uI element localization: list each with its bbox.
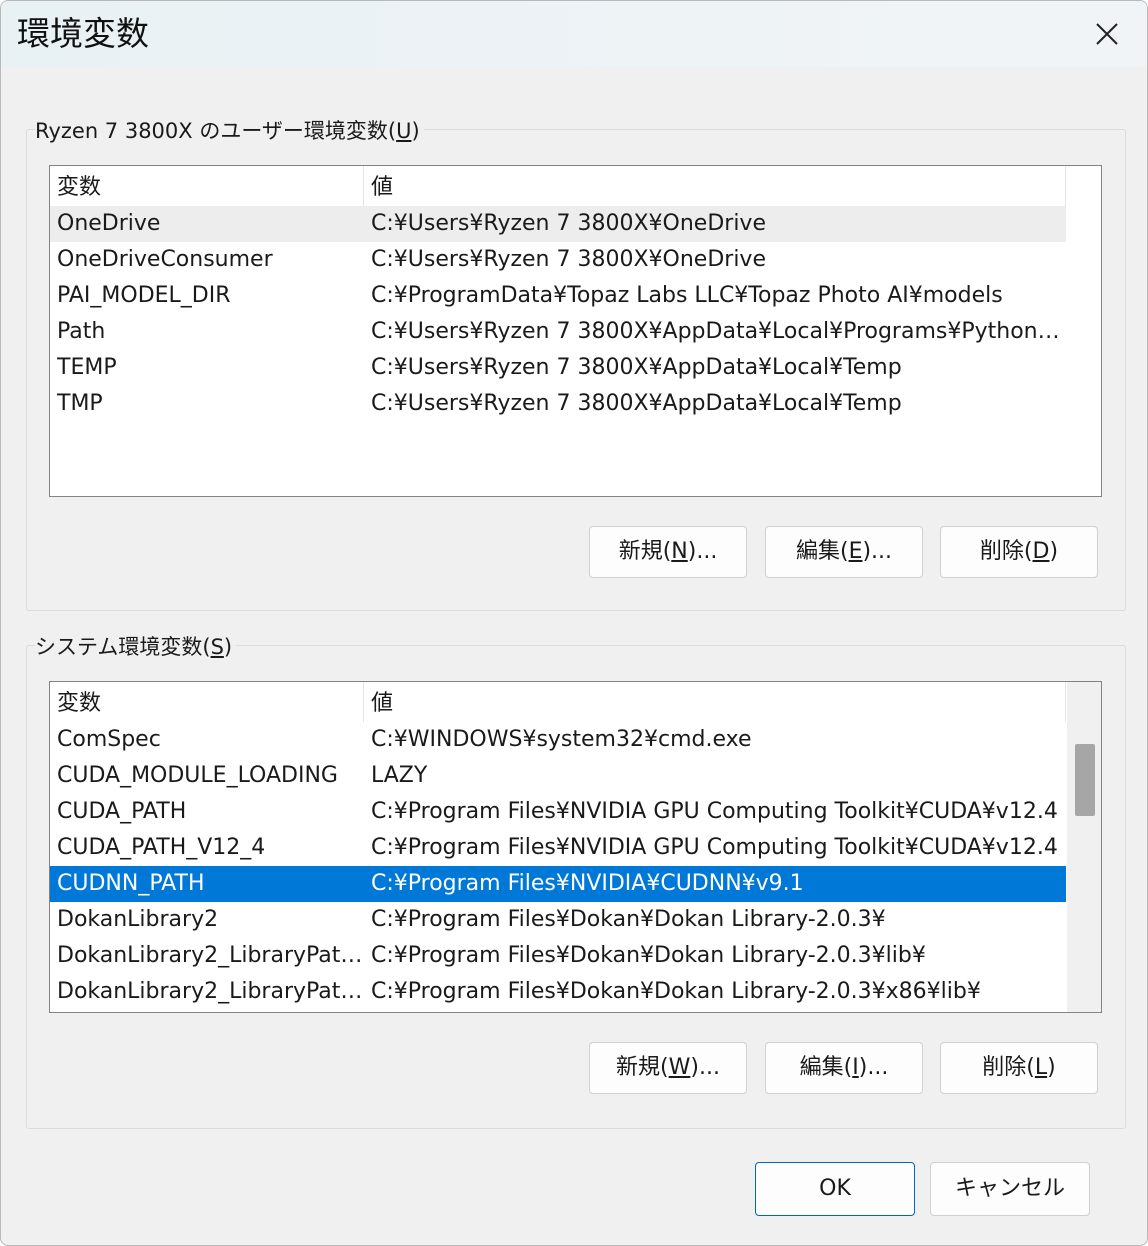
table-row[interactable]: CUDNN_PATH C:¥Program Files¥NVIDIA¥CUDNN¥…	[50, 866, 1066, 902]
title-bar: 環境変数	[1, 1, 1147, 67]
variable-value-cell: C:¥Users¥Ryzen 7 3800X¥AppData¥Local¥Tem…	[371, 391, 902, 416]
column-header-variable[interactable]: 変数	[50, 166, 364, 206]
table-row[interactable]: OneDrive C:¥Users¥Ryzen 7 3800X¥OneDrive	[50, 206, 1066, 242]
table-row[interactable]: DokanLibrary2 C:¥Program Files¥Dokan¥Doka…	[50, 902, 1066, 938]
table-row[interactable]: DokanLibrary2_LibraryPath_... C:¥Program …	[50, 938, 1066, 974]
table-row[interactable]: TEMP C:¥Users¥Ryzen 7 3800X¥AppData¥Local…	[50, 350, 1066, 386]
system-variables-list[interactable]: 変数 値 ComSpec C:¥WINDOWS¥system32¥cmd.exe C…	[49, 681, 1102, 1013]
system-variables-rows: ComSpec C:¥WINDOWS¥system32¥cmd.exe CUDA_M…	[50, 722, 1066, 1010]
variable-name-cell: DokanLibrary2_LibraryPath_...	[57, 979, 364, 1004]
variable-value-cell: C:¥Users¥Ryzen 7 3800X¥AppData¥Local¥Pro…	[371, 319, 1060, 344]
variable-value-cell: C:¥Users¥Ryzen 7 3800X¥AppData¥Local¥Tem…	[371, 355, 902, 380]
variable-value-cell: C:¥Program Files¥NVIDIA GPU Computing To…	[371, 835, 1058, 860]
system-list-scrollbar[interactable]	[1067, 682, 1101, 1012]
variable-name-cell: CUDA_PATH_V12_4	[57, 835, 266, 860]
table-row[interactable]: PAI_MODEL_DIR C:¥ProgramData¥Topaz Labs L…	[50, 278, 1066, 314]
variable-value-cell: LAZY	[371, 763, 428, 788]
variable-name-cell: TMP	[57, 391, 103, 416]
variable-name-cell: Path	[57, 319, 106, 344]
user-edit-button[interactable]: 編集(E)...	[765, 526, 923, 578]
table-row[interactable]: CUDA_PATH_V12_4 C:¥Program Files¥NVIDIA G…	[50, 830, 1066, 866]
user-new-button[interactable]: 新規(N)...	[589, 526, 747, 578]
column-header-value[interactable]: 値	[364, 166, 1066, 206]
variable-name-cell: ComSpec	[57, 727, 161, 752]
system-variables-legend: システム環境変数(S)	[35, 633, 237, 661]
table-row[interactable]: ComSpec C:¥WINDOWS¥system32¥cmd.exe	[50, 722, 1066, 758]
variable-value-cell: C:¥Users¥Ryzen 7 3800X¥OneDrive	[371, 211, 766, 236]
variable-name-cell: DokanLibrary2	[57, 907, 219, 932]
column-header-value[interactable]: 値	[364, 682, 1066, 722]
window-title: 環境変数	[17, 14, 149, 53]
close-icon	[1096, 23, 1118, 45]
table-row[interactable]: Path C:¥Users¥Ryzen 7 3800X¥AppData¥Local…	[50, 314, 1066, 350]
ok-button[interactable]: OK	[755, 1162, 915, 1216]
variable-name-cell: PAI_MODEL_DIR	[57, 283, 231, 308]
close-button[interactable]	[1067, 1, 1147, 67]
variable-name-cell: CUDNN_PATH	[57, 871, 205, 896]
column-header-variable[interactable]: 変数	[50, 682, 364, 722]
user-delete-button[interactable]: 削除(D)	[940, 526, 1098, 578]
variable-value-cell: C:¥ProgramData¥Topaz Labs LLC¥Topaz Phot…	[371, 283, 1003, 308]
user-variables-legend: Ryzen 7 3800X のユーザー環境変数(U)	[35, 117, 424, 145]
table-row[interactable]: OneDriveConsumer C:¥Users¥Ryzen 7 3800X¥O…	[50, 242, 1066, 278]
variable-value-cell: C:¥Program Files¥Dokan¥Dokan Library-2.0…	[371, 943, 926, 968]
list-header: 変数 値	[50, 682, 1066, 722]
variable-value-cell: C:¥Program Files¥Dokan¥Dokan Library-2.0…	[371, 907, 886, 932]
variable-name-cell: CUDA_PATH	[57, 799, 187, 824]
variable-name-cell: TEMP	[57, 355, 117, 380]
variable-value-cell: C:¥Users¥Ryzen 7 3800X¥OneDrive	[371, 247, 766, 272]
environment-variables-dialog: 環境変数 Ryzen 7 3800X のユーザー環境変数(U) 変数 値 One…	[0, 0, 1148, 1246]
system-delete-button[interactable]: 削除(L)	[940, 1042, 1098, 1094]
scrollbar-thumb[interactable]	[1075, 744, 1095, 816]
table-row[interactable]: CUDA_PATH C:¥Program Files¥NVIDIA GPU Com…	[50, 794, 1066, 830]
user-variables-list[interactable]: 変数 値 OneDrive C:¥Users¥Ryzen 7 3800X¥OneD…	[49, 165, 1102, 497]
user-variables-rows: OneDrive C:¥Users¥Ryzen 7 3800X¥OneDrive O…	[50, 206, 1066, 422]
variable-value-cell: C:¥Program Files¥NVIDIA¥CUDNN¥v9.1	[371, 871, 804, 896]
variable-name-cell: OneDriveConsumer	[57, 247, 273, 272]
system-new-button[interactable]: 新規(W)...	[589, 1042, 747, 1094]
variable-value-cell: C:¥WINDOWS¥system32¥cmd.exe	[371, 727, 752, 752]
table-row[interactable]: CUDA_MODULE_LOADING LAZY	[50, 758, 1066, 794]
table-row[interactable]: TMP C:¥Users¥Ryzen 7 3800X¥AppData¥Local¥…	[50, 386, 1066, 422]
variable-name-cell: CUDA_MODULE_LOADING	[57, 763, 338, 788]
variable-name-cell: DokanLibrary2_LibraryPath_...	[57, 943, 364, 968]
variable-name-cell: OneDrive	[57, 211, 161, 236]
cancel-button[interactable]: キャンセル	[930, 1162, 1090, 1216]
table-row[interactable]: DokanLibrary2_LibraryPath_... C:¥Program …	[50, 974, 1066, 1010]
system-edit-button[interactable]: 編集(I)...	[765, 1042, 923, 1094]
variable-value-cell: C:¥Program Files¥Dokan¥Dokan Library-2.0…	[371, 979, 981, 1004]
variable-value-cell: C:¥Program Files¥NVIDIA GPU Computing To…	[371, 799, 1058, 824]
list-header: 変数 値	[50, 166, 1066, 206]
